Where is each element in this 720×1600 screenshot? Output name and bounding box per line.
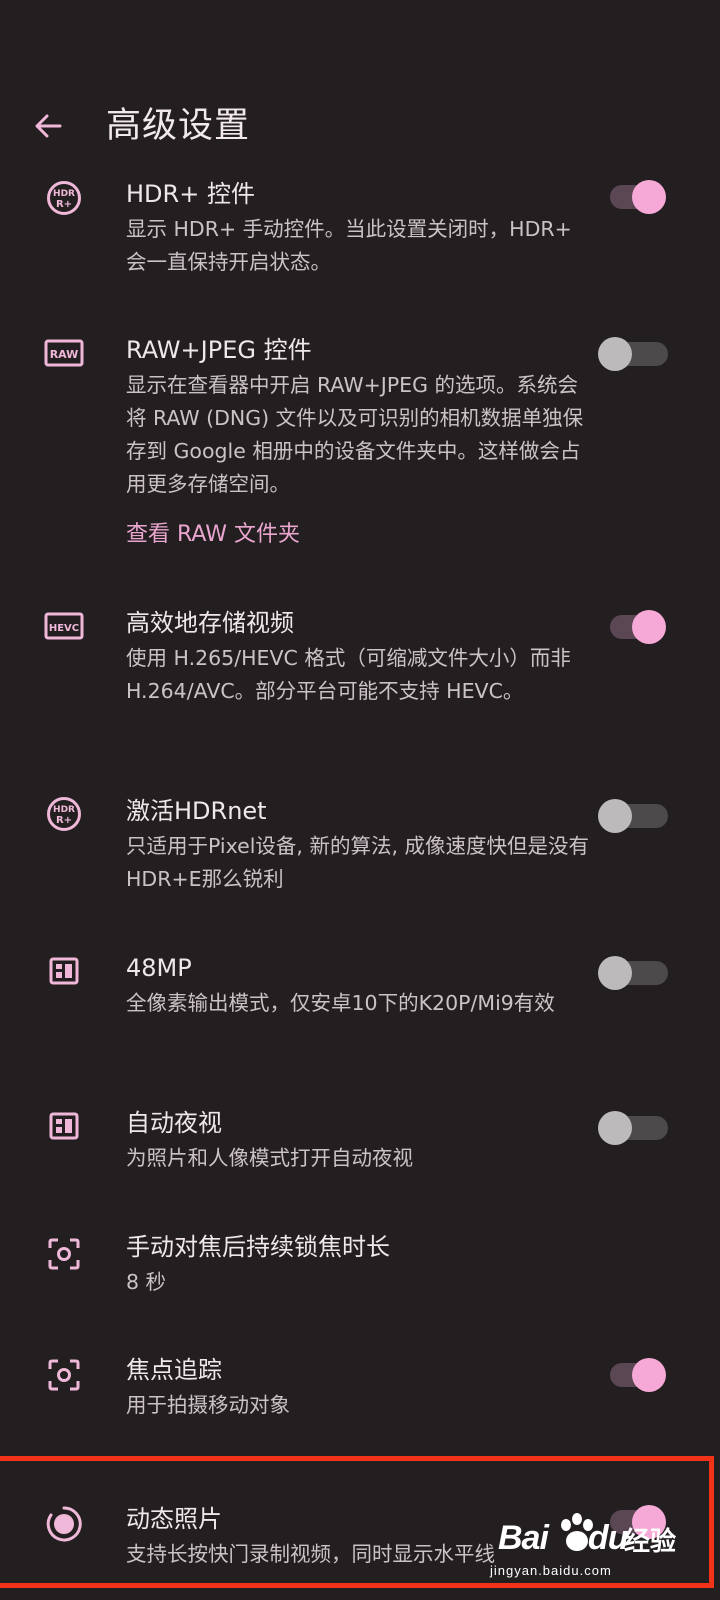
setting-title: HDR+ 控件 [126,180,255,208]
baidu-paw-icon [561,1513,593,1551]
setting-title: 动态照片 [126,1505,222,1533]
toggle-thumb [598,799,632,833]
app-bar: 高级设置 [0,80,720,170]
setting-title: 激活HDRnet [126,797,267,825]
auto-night-sight-toggle[interactable] [598,1108,672,1148]
raw-icon: RAW [44,333,84,373]
svg-text:R+: R+ [56,199,72,210]
setting-efficient-video[interactable]: HEVC 高效地存储视频 使用 H.265/HEVC 格式（可缩减文件大小）而非… [0,606,720,746]
setting-title: 焦点追踪 [126,1356,222,1384]
raw-jpeg-toggle[interactable] [598,334,672,374]
baidu-jingyan-watermark: Bai du 经验 jingyan.baidu.com [490,1513,690,1585]
efficient-video-toggle[interactable] [610,607,672,647]
setting-description: 显示在查看器中开启 RAW+JPEG 的选项。系统会将 RAW (DNG) 文件… [126,373,584,496]
toggle-thumb [598,1111,632,1145]
setting-48mp[interactable]: 48MP 全像素输出模式，仅安卓10下的K20P/Mi9有效 [0,951,720,1061]
setting-title: 高效地存储视频 [126,609,294,637]
hdrnet-toggle[interactable] [598,796,672,836]
focus-icon [44,1234,84,1274]
setting-title: 手动对焦后持续锁焦时长 [126,1233,390,1261]
svg-text:R+: R+ [56,815,72,826]
sensor-icon [44,951,84,991]
48mp-toggle[interactable] [598,953,672,993]
setting-title: 48MP [126,954,192,982]
page-title: 高级设置 [106,106,251,146]
setting-description: 只适用于Pixel设备, 新的算法, 成像速度快但是没有HDR+E那么锐利 [126,834,589,891]
setting-title: RAW+JPEG 控件 [126,336,312,364]
svg-text:HEVC: HEVC [49,623,79,634]
setting-description: 用于拍摄移动对象 [126,1393,290,1417]
toggle-thumb [632,1358,666,1392]
setting-description: 显示 HDR+ 手动控件。当此设置关闭时，HDR+ 会一直保持开启状态。 [126,217,572,274]
watermark-cn: 经验 [624,1526,677,1556]
setting-auto-night-sight[interactable]: 自动夜视 为照片和人像模式打开自动夜视 [0,1106,720,1186]
setting-title: 自动夜视 [126,1109,222,1137]
toggle-thumb [632,180,666,214]
hdr-plus-toggle[interactable] [610,177,672,217]
setting-description: 使用 H.265/HEVC 格式（可缩减文件大小）而非 H.264/AVC。部分… [126,646,571,703]
svg-text:HDR: HDR [53,805,75,815]
hevc-icon: HEVC [44,606,84,646]
hdr-plus-icon: HDR R+ [44,178,84,218]
setting-raw-jpeg-controls[interactable]: RAW RAW+JPEG 控件 显示在查看器中开启 RAW+JPEG 的选项。系… [0,333,720,563]
setting-hdrnet[interactable]: HDR R+ 激活HDRnet 只适用于Pixel设备, 新的算法, 成像速度快… [0,794,720,904]
hdr-plus-icon: HDR R+ [44,794,84,834]
setting-description: 为照片和人像模式打开自动夜视 [126,1146,413,1170]
svg-text:HDR: HDR [53,189,75,199]
toggle-thumb [598,956,632,990]
toggle-thumb [598,337,632,371]
sensor-icon [44,1106,84,1146]
setting-hdr-plus-controls[interactable]: HDR R+ HDR+ 控件 显示 HDR+ 手动控件。当此设置关闭时，HDR+… [0,175,720,285]
watermark-brand-text: Bai [498,1519,549,1557]
toggle-thumb [632,610,666,644]
focus-icon [44,1355,84,1395]
view-raw-folder-link[interactable]: 查看 RAW 文件夹 [126,519,300,551]
back-button[interactable] [24,102,72,150]
setting-value: 8 秒 [126,1270,167,1294]
arrow-back-icon [35,114,62,138]
svg-text:RAW: RAW [50,348,79,361]
motion-photo-icon [44,1504,84,1544]
focus-tracking-toggle[interactable] [610,1355,672,1395]
setting-focus-lock-duration[interactable]: 手动对焦后持续锁焦时长 8 秒 [0,1230,720,1310]
setting-description: 全像素输出模式，仅安卓10下的K20P/Mi9有效 [126,991,555,1015]
watermark-url: jingyan.baidu.com [490,1563,612,1578]
setting-focus-tracking[interactable]: 焦点追踪 用于拍摄移动对象 [0,1353,720,1433]
